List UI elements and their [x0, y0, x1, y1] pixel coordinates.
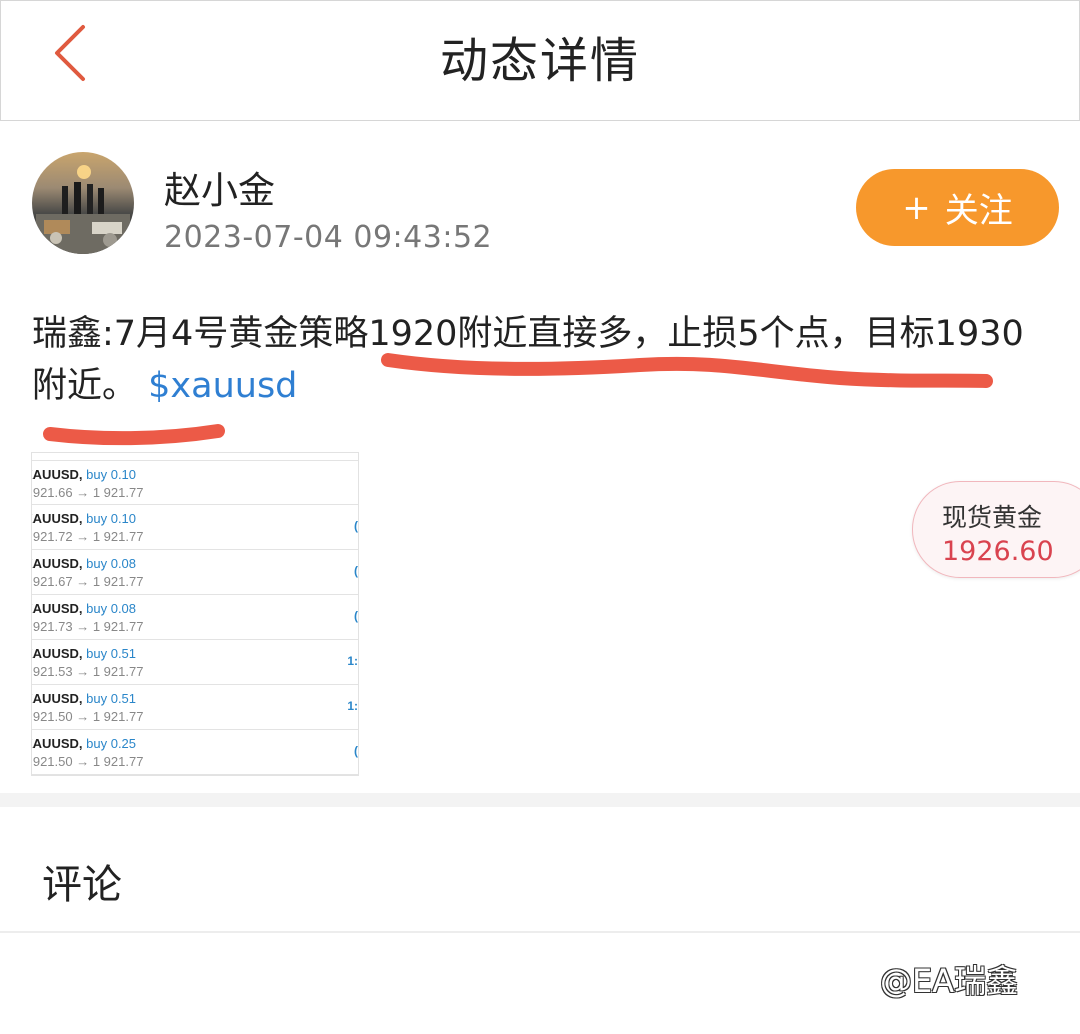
- trade-row: XAUUSD, buy 0.08 1 921.67 → 1 921.77 (: [32, 550, 358, 595]
- trade-prices: 1 921.66 → 1 921.77: [31, 485, 144, 500]
- trade-side: buy 0.08: [86, 556, 137, 571]
- trade-row: XAUUSD, buy 0.08 1 921.73 → 1 921.77 (: [32, 595, 358, 640]
- trade-edge-value: (: [354, 519, 358, 533]
- trade-prices: 1 921.50 → 1 921.77: [31, 754, 144, 769]
- trade-row: XAUUSD, buy 0.10 1 921.72 → 1 921.77 (: [32, 505, 358, 550]
- spot-gold-badge[interactable]: 现货黄金 1926.60: [912, 481, 1080, 578]
- trade-prices: 1 921.50 → 1 921.77: [31, 709, 144, 724]
- watermark: @EA瑞鑫: [880, 962, 1019, 1000]
- trade-prices: 1 921.53 → 1 921.77: [31, 664, 144, 679]
- trade-edge-value: (: [354, 744, 358, 758]
- comments-divider: [0, 931, 1080, 933]
- trade-row: XAUUSD, buy 0.25 1 921.50 → 1 921.77 (: [32, 730, 358, 775]
- trade-side: buy 0.51: [86, 646, 137, 661]
- trade-edge-value: (: [354, 564, 358, 578]
- trade-symbol: XAUUSD, buy 0.51: [32, 646, 137, 661]
- trade-symbol: XAUUSD, buy 0.08: [32, 556, 137, 571]
- comments-heading: 评论: [42, 862, 122, 908]
- trade-row: XAUUSD, buy 0.51 1 921.53 → 1 921.77 1:: [32, 640, 358, 685]
- plus-icon: +: [902, 187, 931, 228]
- trade-row: XAUUSD, buy 0.10 1 921.66 → 1 921.77: [32, 460, 358, 505]
- trade-symbol: XAUUSD, buy 0.08: [32, 601, 137, 616]
- section-divider: [0, 793, 1080, 807]
- spot-gold-label: 现货黄金: [942, 503, 1043, 532]
- trade-prices: 1 921.72 → 1 921.77: [31, 529, 144, 544]
- trade-side: buy 0.10: [86, 467, 137, 482]
- trade-symbol: XAUUSD, buy 0.51: [32, 691, 137, 706]
- trade-row: XAUUSD, buy 0.51 1 921.50 → 1 921.77 1:: [32, 685, 358, 730]
- post-image-trades[interactable]: XAUUSD, buy 0.101 921.66 → 1 921.77XAUUS…: [31, 452, 359, 776]
- spot-gold-price: 1926.60: [942, 536, 1054, 567]
- trade-symbol: XAUUSD, buy 0.25: [32, 736, 137, 751]
- follow-label: 关注: [944, 191, 1013, 231]
- author-name[interactable]: 赵小金: [164, 160, 275, 214]
- post-timestamp: 2023-07-04 09:43:52: [164, 220, 493, 255]
- trade-edge-value: 1:: [347, 654, 358, 668]
- trade-prices: 1 921.73 → 1 921.77: [31, 619, 144, 634]
- page-title: 动态详情: [439, 33, 640, 89]
- follow-button[interactable]: + 关注: [856, 169, 1059, 246]
- trade-side: buy 0.51: [86, 691, 137, 706]
- trade-symbol: XAUUSD, buy 0.10: [32, 467, 137, 482]
- trade-side: buy 0.25: [86, 736, 137, 751]
- top-bar: 动态详情: [0, 0, 1080, 121]
- author-avatar[interactable]: [32, 152, 134, 254]
- trade-symbol: XAUUSD, buy 0.10: [32, 511, 137, 526]
- post-content: 瑞鑫:7月4号黄金策略1920附近直接多，止损5个点，目标1930附近。 $xa…: [32, 308, 1042, 412]
- trade-side: buy 0.08: [86, 601, 137, 616]
- trade-prices: 1 921.67 → 1 921.77: [31, 574, 144, 589]
- trade-side: buy 0.10: [86, 511, 137, 526]
- trade-edge-value: (: [354, 609, 358, 623]
- trade-edge-value: 1:: [347, 699, 358, 713]
- symbol-tag-link[interactable]: $xauusd: [148, 366, 297, 406]
